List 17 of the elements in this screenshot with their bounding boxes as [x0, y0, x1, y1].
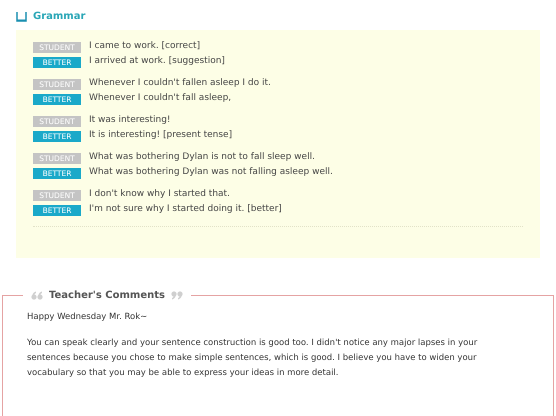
- comments-title: Teacher's Comments: [49, 289, 165, 303]
- section-title: Grammar: [33, 10, 86, 24]
- sentence-text: It is interesting! [present tense]: [89, 129, 232, 142]
- sentence-text: Whenever I couldn't fall asleep,: [89, 92, 232, 106]
- sentence-text: What was bothering Dylan was not falling asleep well.: [89, 166, 333, 180]
- sentence-text: I came to work. [correct]: [89, 40, 200, 54]
- sentence-text: Whenever I couldn't fallen asleep I do it.: [89, 77, 271, 90]
- sentence-text: I arrived at work. [suggestion]: [89, 55, 225, 68]
- sentence-text: It was interesting!: [89, 114, 171, 128]
- sentence-text: What was bothering Dylan is not to fall sleep well.: [89, 151, 315, 164]
- sentence-text: I'm not sure why I started doing it. [better]: [89, 203, 282, 216]
- comment-text: You can speak clearly and your sentence construction is good too. I didn't notice any major lapses in your sentences because you chose to make simple sentences, which is good. I believe you have to widen your vocabulary so that you may be able to express your ideas in more detail.: [27, 336, 478, 380]
- open-quote-icon: [31, 291, 43, 300]
- sentence-text: I don't know why I started that.: [89, 188, 230, 202]
- greeting-text: Happy Wednesday Mr. Rok~: [27, 311, 148, 324]
- book-icon: [16, 11, 27, 22]
- close-quote-icon: [170, 291, 183, 300]
